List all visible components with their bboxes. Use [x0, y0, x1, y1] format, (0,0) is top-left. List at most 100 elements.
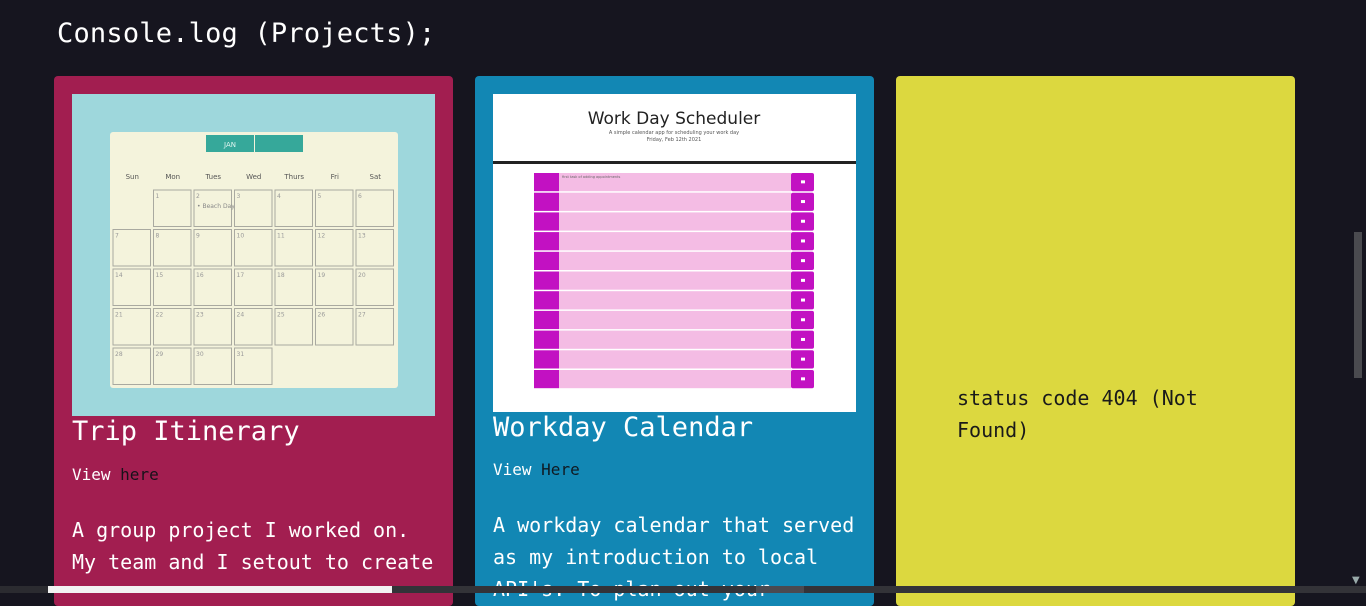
schedule-text-cell: [559, 212, 791, 231]
calendar-day-number: 7: [115, 233, 119, 240]
calendar-day-number: 11: [277, 233, 285, 240]
schedule-hour-cell: [534, 330, 559, 349]
calendar-day-number: 28: [115, 351, 123, 358]
schedule-hour-cell: [534, 251, 559, 270]
svg-text:Work Day Scheduler: Work Day Scheduler: [588, 109, 761, 129]
save-icon: [801, 200, 805, 204]
trip-itinerary-screenshot[interactable]: JAN Sun Mon Tues Wed Thurs Fri Sat 1 2 • Beach D…: [72, 94, 435, 416]
view-line: View Here: [493, 460, 580, 479]
calendar-day-number: 25: [277, 312, 285, 319]
taskbar-apps: [392, 586, 1366, 593]
page-title: Console.log (Projects);: [57, 18, 436, 49]
calendar-day-number: 1: [156, 193, 160, 200]
calendar-day-number: 10: [237, 233, 245, 240]
schedule-hour-cell: [534, 350, 559, 369]
workday-calendar-screenshot[interactable]: Work Day Scheduler A simple calendar app…: [493, 94, 856, 412]
view-label: View: [72, 465, 111, 484]
weekday-label: Fri: [331, 173, 339, 181]
view-label: View: [493, 460, 532, 479]
schedule-text-cell: [559, 192, 791, 211]
schedule-text-cell: [559, 271, 791, 290]
save-icon: [801, 377, 805, 381]
project-card-not-found: status code 404 (Not Found): [896, 76, 1295, 606]
schedule-text-cell: [559, 251, 791, 270]
view-link-here[interactable]: here: [120, 465, 159, 484]
schedule-hour-cell: [534, 232, 559, 251]
page-scrollbar[interactable]: ▼: [1349, 0, 1366, 586]
calendar-day-number: 21: [115, 312, 123, 319]
error-message: status code 404 (Not Found): [957, 386, 1198, 442]
calendar-day-number: 27: [358, 312, 366, 319]
weekday-label: Thurs: [283, 173, 304, 181]
taskbar: [0, 586, 1366, 593]
save-icon: [801, 357, 805, 361]
project-title: Workday Calendar: [493, 412, 754, 443]
taskbar-active-app[interactable]: [756, 586, 804, 593]
schedule-hour-cell: [534, 212, 559, 231]
scheduler-preview-image: Work Day Scheduler A simple calendar app…: [493, 109, 856, 389]
schedule-hour-cell: [534, 370, 559, 389]
calendar-day-number: 4: [277, 193, 281, 200]
calendar-day-number: 9: [196, 233, 200, 240]
calendar-day-number: 14: [115, 272, 123, 279]
view-line: View here: [72, 465, 159, 484]
schedule-text-cell: [559, 310, 791, 330]
schedule-hour-cell: [534, 271, 559, 290]
schedule-hour-cell: [534, 173, 559, 192]
calendar-day-number: 2: [196, 193, 200, 200]
save-icon: [801, 318, 805, 322]
schedule-entry-text: first task of adding appointments: [562, 175, 620, 179]
calendar-day-number: 20: [358, 272, 366, 279]
svg-text:JAN: JAN: [223, 141, 236, 149]
scrollbar-thumb[interactable]: [1354, 232, 1362, 378]
calendar-day-number: 16: [196, 272, 204, 279]
save-icon: [801, 180, 805, 184]
weekday-label: Sun: [126, 173, 139, 181]
schedule-text-cell: [559, 350, 791, 369]
svg-text:A simple calendar app for sche: A simple calendar app for scheduling you…: [609, 130, 739, 136]
weekday-label: Wed: [246, 173, 261, 181]
project-card-trip-itinerary: JAN Sun Mon Tues Wed Thurs Fri Sat 1 2 • Beach D…: [54, 76, 453, 606]
calendar-day-number: 19: [318, 272, 326, 279]
calendar-day-number: 12: [318, 233, 326, 240]
save-icon: [801, 278, 805, 282]
project-title: Trip Itinerary: [72, 416, 300, 447]
weekday-label: Mon: [165, 173, 180, 181]
save-icon: [801, 337, 805, 341]
save-icon: [801, 219, 805, 223]
calendar-day-number: 22: [156, 312, 164, 319]
calendar-day-number: 8: [156, 233, 160, 240]
schedule-text-cell: [559, 232, 791, 251]
calendar-day-number: 13: [358, 233, 366, 240]
calendar-day-number: 23: [196, 312, 204, 319]
save-icon: [801, 298, 805, 302]
calendar-day-number: 29: [156, 351, 164, 358]
view-link-here[interactable]: Here: [541, 460, 580, 479]
calendar-event: • Beach Day: [197, 203, 235, 210]
save-icon: [801, 239, 805, 243]
schedule-hour-cell: [534, 310, 559, 330]
calendar-preview-image: JAN Sun Mon Tues Wed Thurs Fri Sat 1 2• Beach D…: [110, 132, 398, 388]
schedule-text-cell: [559, 291, 791, 310]
svg-text:Friday, Feb 12th 2021: Friday, Feb 12th 2021: [647, 137, 702, 143]
calendar-day-number: 15: [156, 272, 164, 279]
calendar-day-number: 18: [277, 272, 285, 279]
weekday-label: Sat: [370, 173, 382, 181]
calendar-day-number: 6: [358, 193, 362, 200]
taskbar-search-box[interactable]: [48, 586, 392, 593]
weekday-label: Tues: [204, 173, 221, 181]
calendar-day-number: 17: [237, 272, 245, 279]
calendar-day-number: 30: [196, 351, 204, 358]
scroll-down-arrow-icon[interactable]: ▼: [1352, 575, 1360, 586]
project-card-workday-calendar: Work Day Scheduler A simple calendar app…: [475, 76, 874, 606]
calendar-day-number: 3: [237, 193, 241, 200]
schedule-text-cell: [559, 330, 791, 349]
calendar-day-number: 31: [237, 351, 245, 358]
schedule-hour-cell: [534, 291, 559, 310]
project-description: A group project I worked on. My team and…: [72, 518, 434, 574]
schedule-text-cell: [559, 370, 791, 389]
calendar-day-number: 26: [318, 312, 326, 319]
calendar-day-number: 5: [318, 193, 322, 200]
calendar-day-number: 24: [237, 312, 245, 319]
schedule-hour-cell: [534, 192, 559, 211]
